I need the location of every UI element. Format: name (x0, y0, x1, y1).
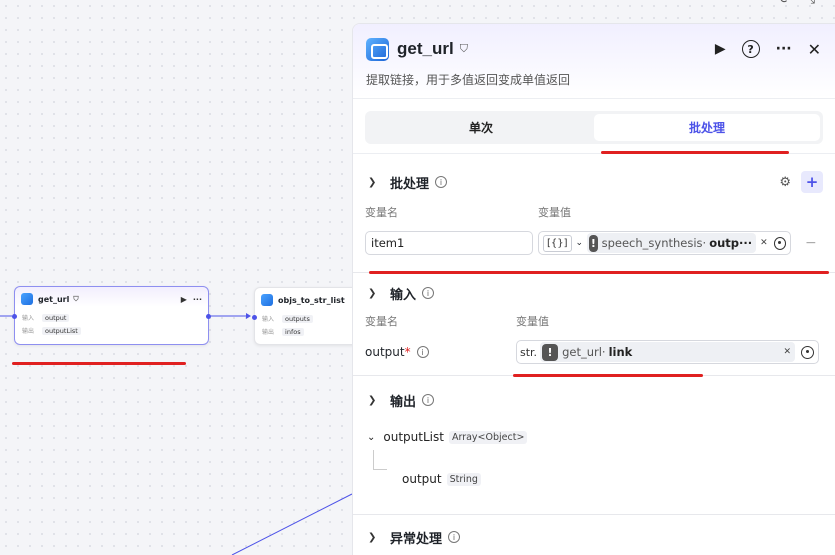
node-objs-to-str-list[interactable]: objs_to_str_list 输入 outputs 输出 infos (252, 287, 364, 345)
output-item-name: outputList (383, 430, 444, 444)
chevron-down-icon[interactable]: ❯ (368, 395, 380, 406)
info-icon[interactable]: i (422, 394, 435, 406)
input-var-name: output * i (365, 345, 516, 359)
output-item: ⌄ outputList Array<Object> (365, 426, 823, 448)
info-icon[interactable]: i (416, 346, 429, 358)
code-node-icon (366, 37, 389, 61)
input-value-ref[interactable]: str. ! get_url · link ✕ (516, 340, 819, 364)
remove-batch-item-button[interactable]: − (805, 235, 817, 251)
run-icon[interactable]: ▶ (181, 295, 187, 304)
reference-chip[interactable]: ! get_url · link ✕ (540, 342, 795, 362)
warning-icon: ! (542, 343, 559, 361)
warning-icon: ! (589, 234, 598, 252)
annotation-underline (12, 362, 186, 365)
type-select[interactable]: [{}] (543, 234, 572, 252)
node-input-label: 输入 (22, 315, 35, 322)
input-port[interactable] (252, 315, 257, 320)
help-icon[interactable]: ? (741, 40, 760, 58)
batch-title: 批处理 (390, 176, 430, 192)
type-select[interactable]: str. (520, 346, 537, 359)
tag-icon[interactable]: ⛉ (460, 42, 468, 56)
node-output-tag: outputList (42, 326, 81, 335)
more-icon[interactable]: ··· (776, 41, 792, 57)
output-port[interactable] (206, 314, 211, 319)
panel-description[interactable]: 提取链接，用于多值返回变成单值返回 (366, 71, 821, 88)
required-mark: * (404, 345, 411, 359)
tab-batch[interactable]: 批处理 (594, 114, 820, 141)
panel-header: get_url ⛉ ▶ ? ··· ✕ 提取链接，用于多值返回变成单值返回 (353, 24, 835, 98)
var-name-text: output (365, 345, 405, 359)
info-icon[interactable]: i (448, 531, 461, 543)
refresh-icon[interactable]: ⟳ (780, 0, 791, 7)
info-icon[interactable]: i (435, 176, 448, 188)
mode-tabs-wrap: 单次 批处理 (353, 98, 835, 154)
node-get-url[interactable]: get_url ⛉ ▶ ··· 输入 output 输出 outputList (12, 286, 211, 345)
tab-single[interactable]: 单次 (368, 114, 594, 141)
ref-dot: · (601, 345, 606, 359)
col-name-label: 变量名 (365, 315, 398, 328)
exception-section: ❯ 异常处理 i (353, 515, 835, 555)
chevron-right-icon[interactable]: ❯ (368, 532, 380, 543)
chevron-down-icon[interactable]: ❯ (368, 288, 380, 299)
col-value-label: 变量值 (538, 206, 571, 219)
output-section: ❯ 输出 i ⌄ outputList Array<Object> output… (353, 376, 835, 515)
node-output-label: 输出 (22, 328, 35, 335)
batch-section: ❯ 批处理 i ⚙ + 变量名 变量值 item1 [{}] ⌄ ! speec… (353, 154, 835, 273)
ref-var: outp··· (709, 236, 753, 250)
close-icon[interactable]: ✕ (808, 40, 821, 59)
batch-item-value-ref[interactable]: [{}] ⌄ ! speech_synthesis · outp··· ✕ (538, 231, 791, 255)
reference-chip[interactable]: ! speech_synthesis · outp··· (587, 233, 757, 253)
output-item: output String (365, 450, 823, 486)
batch-item-name-input[interactable]: item1 (365, 231, 533, 255)
more-icon[interactable]: ··· (193, 295, 202, 304)
target-icon[interactable] (801, 345, 814, 359)
col-value-label: 变量值 (516, 315, 549, 328)
tree-connector (373, 450, 387, 470)
code-icon (21, 293, 33, 305)
collapse-icon[interactable]: ⤡ (805, 0, 815, 7)
node-input-tag: output (42, 313, 70, 322)
gear-icon[interactable]: ⚙ (779, 175, 791, 190)
add-batch-item-button[interactable]: + (801, 171, 823, 193)
node-title: get_url (38, 294, 70, 304)
chevron-down-icon[interactable]: ❯ (368, 177, 380, 188)
edges (0, 313, 353, 555)
input-title: 输入 (390, 287, 417, 303)
node-title: objs_to_str_list (278, 295, 345, 305)
code-icon (261, 294, 273, 306)
node-input-label: 输入 (262, 316, 275, 323)
ref-dot: · (702, 236, 707, 250)
ref-var: link (608, 345, 633, 359)
clear-icon[interactable]: ✕ (783, 347, 791, 357)
chevron-down-icon[interactable]: ⌄ (367, 432, 375, 443)
canvas-top-icons: ⟳ ⤡ (780, 0, 815, 7)
info-icon[interactable]: i (422, 287, 435, 299)
col-name-label: 变量名 (365, 206, 398, 219)
tag-icon: ⛉ (73, 294, 79, 303)
clear-icon[interactable]: ✕ (760, 238, 768, 248)
ref-node: get_url (562, 345, 602, 359)
ref-node: speech_synthesis (601, 236, 703, 250)
output-item-type: Array<Object> (448, 430, 528, 444)
mode-tabs: 单次 批处理 (365, 111, 823, 144)
output-item-name: output (402, 472, 442, 486)
target-icon[interactable] (773, 236, 786, 250)
chevron-down-icon[interactable]: ⌄ (576, 238, 584, 248)
node-output-label: 输出 (262, 329, 275, 336)
exception-title: 异常处理 (390, 531, 443, 547)
node-input-tag: outputs (282, 314, 313, 323)
input-section: ❯ 输入 i 变量名 变量值 output * i str. ! get_url… (353, 273, 835, 376)
input-port[interactable] (12, 314, 17, 319)
run-icon[interactable]: ▶ (715, 41, 726, 57)
node-output-tag: infos (282, 327, 304, 336)
node-config-panel: get_url ⛉ ▶ ? ··· ✕ 提取链接，用于多值返回变成单值返回 单次… (352, 23, 835, 555)
panel-title[interactable]: get_url (397, 39, 454, 59)
output-item-type: String (446, 473, 481, 486)
output-title: 输出 (390, 394, 417, 410)
